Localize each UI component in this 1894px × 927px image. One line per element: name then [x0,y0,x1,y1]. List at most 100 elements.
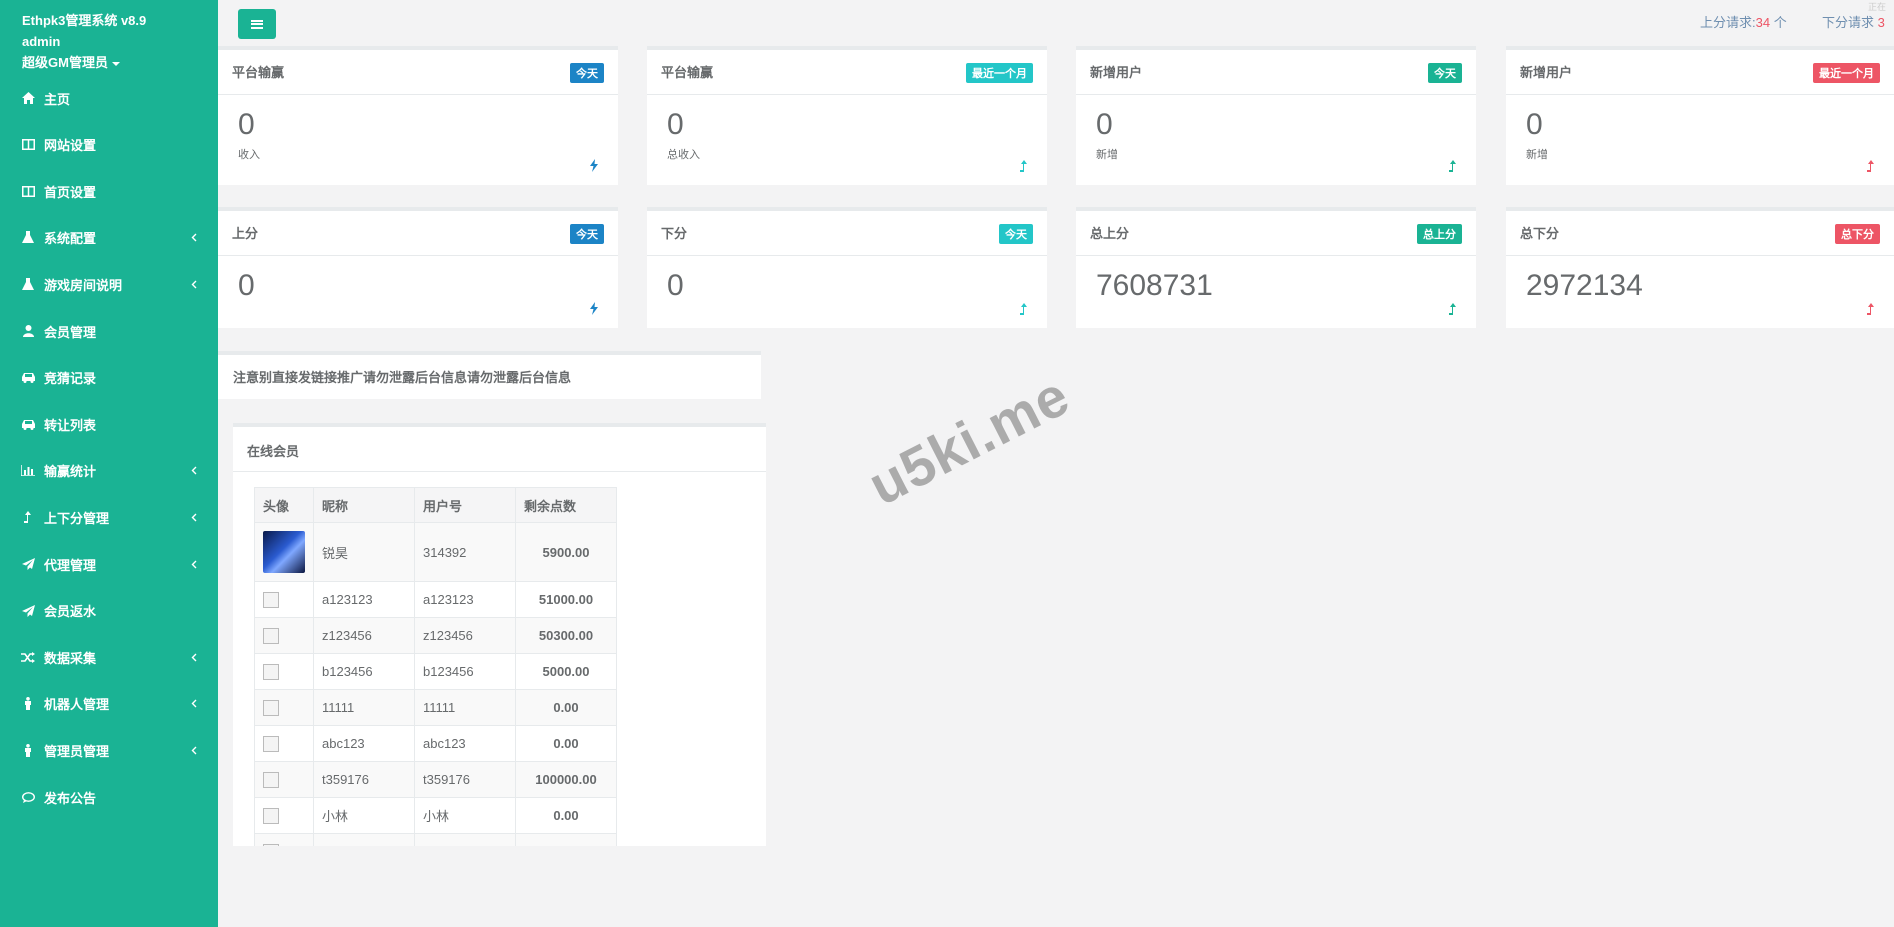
stat-card: 新增用户 最近一个月 0 新增 [1506,46,1894,185]
sidebar-item-8[interactable]: 输赢统计 [0,451,218,491]
stat-card-value: 0 [238,108,255,141]
stat-card: 下分 今天 0 [647,207,1047,328]
sidebar-item-label: 竞猜记录 [44,371,97,387]
table-row: 锐昊 314392 5900.00 [254,522,617,582]
sidebar-item-label: 输赢统计 [44,464,97,480]
level-up-icon [1448,302,1458,316]
chevron-left-icon [188,277,200,291]
sidebar-item-2[interactable]: 首页设置 [0,171,218,211]
flask-icon [20,230,36,246]
brand-title: Ethpk3管理系统 v8.9 [22,13,147,28]
sidebar-item-label: 游戏房间说明 [44,277,123,293]
stat-card: 平台输赢 最近一个月 0 总收入 [647,46,1047,185]
sidebar-item-label: 主页 [44,91,71,107]
table-row: abc123 abc123 0.00 [254,725,617,762]
nickname-cell [313,833,415,846]
watermark: u5ki.me [858,363,1080,518]
broken-image-icon [263,699,279,716]
menu-toggle-button[interactable] [238,9,276,39]
sidebar-item-label: 上下分管理 [44,510,110,526]
notice-panel: 注意别直接发链接推广请勿泄露后台信息请勿泄露后台信息 [218,351,761,399]
stat-card-value: 0 [1096,108,1113,141]
table-header: 头像 [254,487,314,523]
user-id-cell [414,833,516,846]
flask-icon [20,276,36,292]
points-cell: 0.00 [515,725,617,762]
broken-image-icon [263,663,279,680]
up-requests-count: 34 [1755,15,1771,30]
notice-text: 注意别直接发链接推广请勿泄露后台信息请勿泄露后台信息 [233,370,572,385]
user-id-cell: abc123 [414,725,516,762]
avatar [263,531,305,573]
sidebar-item-5[interactable]: 会员管理 [0,311,218,351]
sidebar-item-0[interactable]: 主页 [0,78,218,118]
user-id-cell: 11111 [414,689,516,726]
chevron-left-icon [188,557,200,571]
points-cell: 50300.00 [515,617,617,654]
sidebar-item-10[interactable]: 代理管理 [0,544,218,584]
table-row: a123123 a123123 51000.00 [254,581,617,618]
sidebar-item-3[interactable]: 系统配置 [0,218,218,258]
sidebar-item-label: 会员管理 [44,324,97,340]
table-header: 剩余点数 [515,487,617,523]
sidebar-item-13[interactable]: 机器人管理 [0,684,218,724]
stat-card-badge: 总上分 [1417,224,1462,244]
sidebar-item-label: 首页设置 [44,184,97,200]
user-id-cell: 小林 [414,797,516,834]
profile-role-dropdown[interactable]: 超级GM管理员 [22,52,120,71]
sidebar-item-label: 转让列表 [44,417,97,433]
table-row: 0.00 [254,833,617,846]
stat-card-subtitle: 总收入 [667,149,700,161]
down-requests-link[interactable]: 下分请求 3 [1822,12,1885,31]
sidebar-item-label: 会员返水 [44,604,97,620]
user-id-cell: z123456 [414,617,516,654]
stat-card-title: 上分 [232,226,259,241]
nickname-cell: t359176 [313,761,415,798]
broken-image-icon [263,591,279,608]
user-id-cell: 314392 [414,522,516,582]
user-id-cell: b123456 [414,653,516,690]
sidebar-item-11[interactable]: 会员返水 [0,591,218,631]
points-cell: 0.00 [515,689,617,726]
sidebar-item-4[interactable]: 游戏房间说明 [0,264,218,304]
stat-card-badge: 总下分 [1835,224,1880,244]
chevron-left-icon [188,510,200,524]
sidebar-item-15[interactable]: 发布公告 [0,777,218,817]
sidebar-item-label: 机器人管理 [44,697,110,713]
sidebar-item-14[interactable]: 管理员管理 [0,730,218,770]
avatar-cell [254,581,314,618]
avatar-cell [254,522,314,582]
stat-card-value: 7608731 [1096,269,1213,302]
up-requests-link[interactable]: 上分请求:34 个 [1700,12,1787,31]
table-row: 小林 小林 0.00 [254,797,617,834]
random-icon [20,649,36,665]
avatar-cell [254,689,314,726]
profile-username[interactable]: admin [22,34,60,49]
stat-card: 上分 今天 0 [218,207,618,328]
stat-card-badge: 最近一个月 [1813,63,1880,83]
sidebar-item-7[interactable]: 转让列表 [0,404,218,444]
nickname-cell: z123456 [313,617,415,654]
stat-card-badge: 今天 [1428,63,1462,83]
avatar-cell [254,797,314,834]
chevron-left-icon [188,650,200,664]
sidebar-item-6[interactable]: 竞猜记录 [0,358,218,398]
avatar-cell [254,617,314,654]
stat-card: 平台输赢 今天 0 收入 [218,46,618,185]
sidebar-item-9[interactable]: 上下分管理 [0,497,218,537]
male-icon [20,696,36,712]
chevron-left-icon [188,743,200,757]
broken-image-icon [263,807,279,824]
sidebar-item-12[interactable]: 数据采集 [0,637,218,677]
stat-card-value: 0 [667,269,684,302]
stat-card-title: 下分 [661,226,688,241]
comments-icon [20,789,36,805]
stat-card: 新增用户 今天 0 新增 [1076,46,1476,185]
stat-card: 总上分 总上分 7608731 [1076,207,1476,328]
bolt-icon [590,159,600,173]
stat-card-badge: 今天 [570,63,604,83]
paper-plane-icon [20,556,36,572]
sidebar-item-label: 代理管理 [44,557,97,573]
sidebar-item-1[interactable]: 网站设置 [0,125,218,165]
stat-card-badge: 最近一个月 [966,63,1033,83]
